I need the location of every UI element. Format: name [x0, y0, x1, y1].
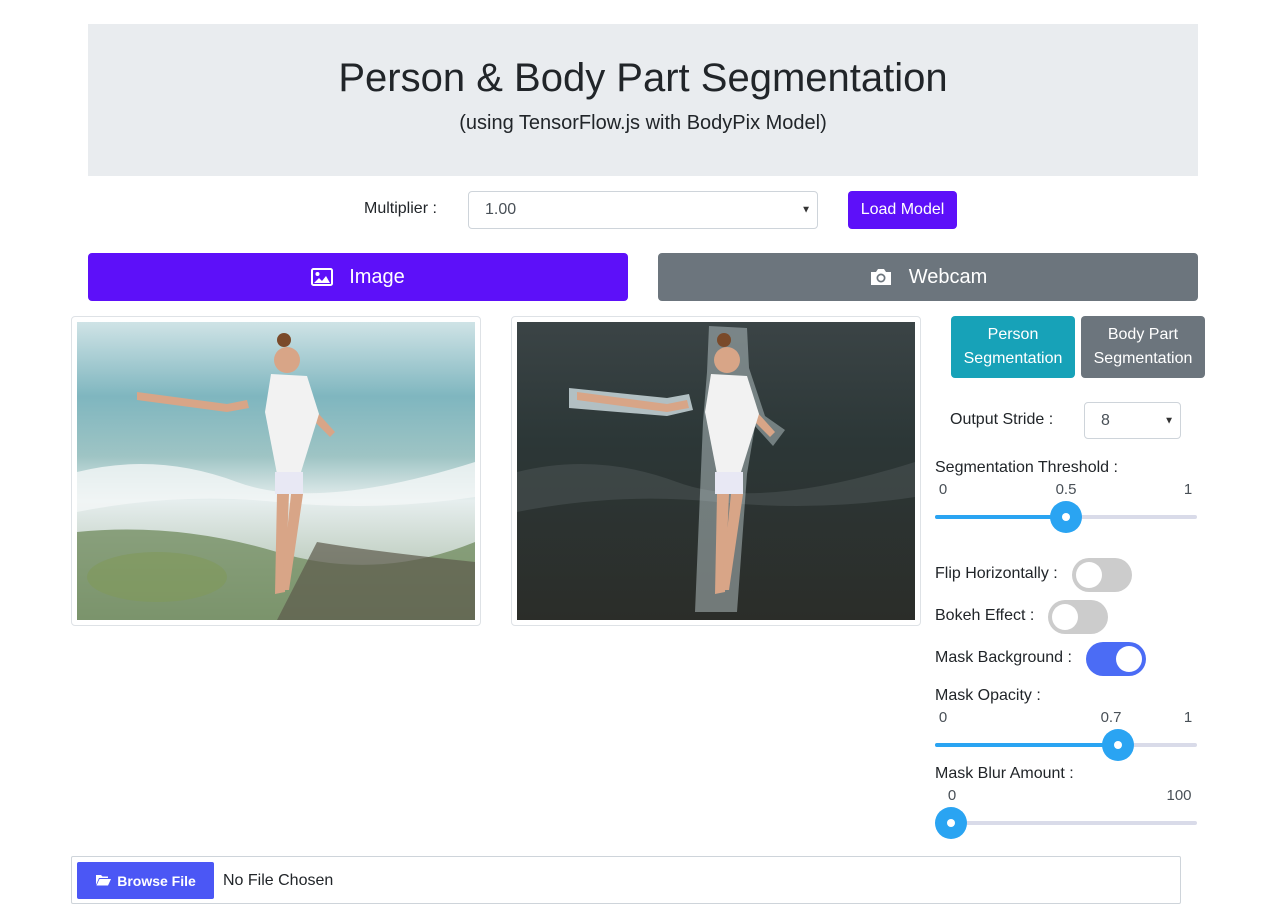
- person-segmentation-button[interactable]: Person Segmentation: [951, 316, 1075, 378]
- browse-file-label: Browse File: [117, 872, 196, 889]
- blur-thumb[interactable]: [935, 807, 967, 839]
- body-part-segmentation-button[interactable]: Body Part Segmentation: [1081, 316, 1205, 378]
- tab-webcam-label: Webcam: [908, 265, 988, 288]
- bokeh-effect-label: Bokeh Effect :: [935, 607, 1035, 624]
- header-jumbotron: Person & Body Part Segmentation (using T…: [88, 24, 1198, 176]
- file-name-text: No File Chosen: [223, 872, 334, 889]
- chevron-down-icon: ▼: [1164, 415, 1174, 426]
- original-image: [77, 322, 475, 620]
- person-segmentation-label: Person Segmentation: [963, 326, 1063, 367]
- threshold-value: 0.5: [1055, 481, 1077, 498]
- threshold-slider[interactable]: [935, 501, 1197, 533]
- flip-horizontally-toggle[interactable]: [1072, 558, 1132, 592]
- threshold-fill: [935, 515, 1066, 519]
- multiplier-label: Multiplier :: [364, 200, 437, 217]
- multiplier-select[interactable]: 1.00 ▼: [468, 191, 818, 229]
- opacity-fill: [935, 743, 1119, 747]
- segmented-image-card: [511, 316, 921, 626]
- opacity-value: 0.7: [1100, 709, 1122, 726]
- tab-image[interactable]: Image: [88, 253, 628, 301]
- mask-blur-label: Mask Blur Amount :: [935, 765, 1074, 782]
- multiplier-value: 1.00: [485, 201, 517, 218]
- flip-horizontally-label: Flip Horizontally :: [935, 565, 1058, 582]
- segmentation-threshold-label: Segmentation Threshold :: [935, 459, 1118, 476]
- page-title: Person & Body Part Segmentation: [338, 56, 948, 100]
- toggle-knob: [1052, 604, 1078, 630]
- image-icon: [311, 268, 334, 286]
- mask-opacity-label: Mask Opacity :: [935, 687, 1041, 704]
- threshold-thumb[interactable]: [1050, 501, 1082, 533]
- blur-value: 0: [947, 787, 957, 804]
- toggle-knob: [1076, 562, 1102, 588]
- tab-webcam[interactable]: Webcam: [658, 253, 1198, 301]
- opacity-max: 1: [1183, 709, 1193, 726]
- toggle-knob: [1116, 646, 1142, 672]
- chevron-down-icon: ▼: [801, 204, 811, 216]
- threshold-scale: 0 0.5 1: [935, 481, 1197, 499]
- camera-icon: [869, 267, 893, 287]
- blur-scale: 0 100: [935, 787, 1197, 805]
- original-image-card: [71, 316, 481, 626]
- segmented-image: [517, 322, 915, 620]
- output-stride-select[interactable]: 8 ▼: [1084, 402, 1181, 439]
- mask-background-toggle[interactable]: [1086, 642, 1146, 676]
- opacity-scale: 0 0.7 1: [935, 709, 1197, 727]
- folder-open-icon: [95, 873, 112, 889]
- output-stride-label: Output Stride :: [950, 411, 1054, 428]
- bokeh-effect-toggle[interactable]: [1048, 600, 1108, 634]
- output-stride-value: 8: [1101, 411, 1110, 429]
- opacity-slider[interactable]: [935, 729, 1197, 761]
- body-part-segmentation-label: Body Part Segmentation: [1093, 326, 1193, 367]
- threshold-max: 1: [1183, 481, 1193, 498]
- blur-slider[interactable]: [935, 807, 1197, 839]
- browse-file-button[interactable]: Browse File: [77, 862, 214, 899]
- load-model-button[interactable]: Load Model: [848, 191, 957, 229]
- tab-image-label: Image: [349, 265, 405, 288]
- opacity-min: 0: [938, 709, 948, 726]
- file-input[interactable]: Browse File No File Chosen: [71, 856, 1181, 904]
- mask-background-label: Mask Background :: [935, 649, 1072, 666]
- page-subtitle: (using TensorFlow.js with BodyPix Model): [459, 112, 827, 134]
- blur-max: 100: [1166, 787, 1192, 804]
- threshold-min: 0: [938, 481, 948, 498]
- opacity-thumb[interactable]: [1102, 729, 1135, 761]
